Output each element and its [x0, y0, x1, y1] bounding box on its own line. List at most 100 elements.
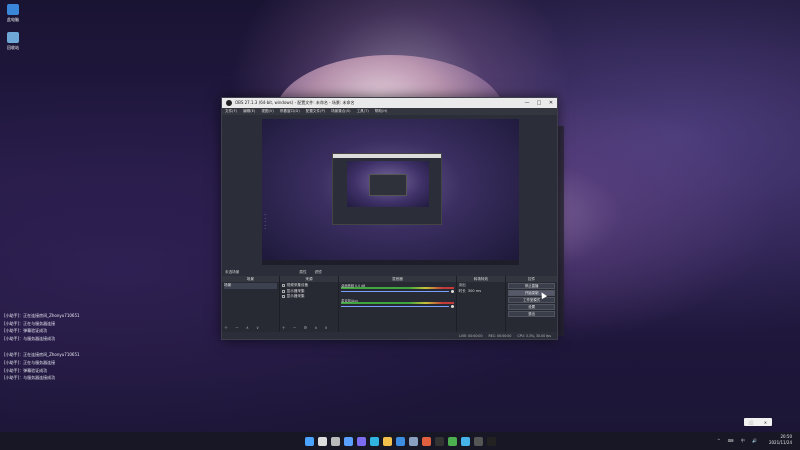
preview-canvas[interactable]: ... ... ... ... ...	[262, 119, 519, 265]
dock-title: 混音器	[339, 276, 456, 282]
sources-dock: 来源 视频采集设备 显示器采集 显示器采集 ＋ − ⚙ ∧ ∨	[279, 276, 340, 333]
volume-slider[interactable]	[341, 305, 454, 308]
dock-area: 场景 场景 ＋ − ∧ ∨ 来源 视频采集设备 显示器采集 显示器采集 ＋ − …	[222, 276, 557, 333]
explorer-icon[interactable]	[382, 436, 392, 446]
app-icon[interactable]	[421, 436, 431, 446]
obs-titlebar[interactable]: OBS 27.1.3 (64-bit, windows) - 配置文件: 未命名…	[222, 98, 557, 108]
preview-taskbar	[262, 260, 519, 265]
nested-nested-preview	[369, 174, 407, 196]
computer-icon	[7, 4, 19, 15]
cpu-fps-readout: CPU: 3.3%, 30.00 fps	[517, 333, 551, 338]
log-line: [小助手]：与服务器连接成功	[4, 375, 56, 381]
maximize-button[interactable]: □	[533, 100, 545, 106]
minimize-button[interactable]: —	[521, 100, 533, 106]
store-icon[interactable]	[395, 436, 405, 446]
window-title: OBS 27.1.3 (64-bit, windows) - 配置文件: 未命名…	[235, 100, 355, 105]
no-scene-label: 未选场景	[225, 269, 240, 274]
log-line: [小助手]：正在与服务器连接	[4, 320, 56, 326]
desktop-icon-label: 回收站	[7, 45, 19, 50]
log-line: [小助手]：弹幕验证成功	[4, 367, 48, 373]
desktop-icon-recycle-bin[interactable]: 回收站	[3, 32, 23, 51]
slider-knob[interactable]	[450, 290, 454, 293]
recycle-bin-icon	[7, 32, 19, 43]
properties-button[interactable]: 属性	[299, 270, 306, 275]
chat-icon[interactable]	[356, 436, 366, 446]
menu-file[interactable]: 文件(F)	[225, 109, 237, 114]
mixer-dock: 混音器 桌面音频 0.0 dB 麦克风/Aux	[339, 276, 457, 333]
popup-close-icon[interactable]: ✕	[764, 420, 767, 425]
live-timer: LIVE: 00:00:00	[459, 333, 483, 338]
widgets-icon[interactable]	[343, 436, 353, 446]
edge-icon[interactable]	[369, 436, 379, 446]
preview-overlay-text: ... ... ... ... ...	[264, 213, 266, 231]
scenes-dock: 场景 场景 ＋ − ∧ ∨	[222, 276, 280, 333]
obs-window[interactable]: OBS 27.1.3 (64-bit, windows) - 配置文件: 未命名…	[221, 97, 558, 340]
nested-titlebar	[333, 154, 441, 158]
dock-toolbar[interactable]: ＋ − ⚙ ∧ ∨	[282, 325, 331, 331]
taskbar: ^ ⌨ 中 🔊 20:50 2021/11/24	[0, 432, 800, 450]
menu-tools[interactable]: 工具(T)	[357, 109, 369, 114]
mixer-track: 麦克风/Aux	[341, 298, 454, 308]
log-line: [小助手]：正在连接房间_Zhonyu710651	[4, 313, 80, 318]
system-tray-icons[interactable]: ^ ⌨ 中 🔊	[717, 438, 760, 444]
log-line: [小助手]：弹幕验证成功	[4, 328, 48, 334]
nested-obs-preview	[332, 153, 442, 225]
source-type-icon	[281, 289, 285, 293]
log-line: [小助手]：与服务器连接成功	[4, 335, 56, 341]
desktop-icon-label: 此电脑	[7, 17, 19, 22]
settings-button[interactable]: 设置	[508, 304, 555, 310]
source-type-icon	[281, 284, 285, 288]
rec-timer: REC: 00:00:00	[488, 333, 512, 338]
chrome-icon[interactable]	[447, 436, 457, 446]
volume-slider[interactable]	[341, 290, 454, 293]
popup-icon: ⬜	[748, 419, 754, 425]
scene-toolbar: 未选场景 属性 滤镜	[222, 268, 557, 276]
dock-title: 控件	[506, 276, 557, 282]
filters-button[interactable]: 滤镜	[315, 270, 322, 275]
transitions-dock: 转场特效 淡出 时长 300 ms	[456, 276, 507, 333]
overlay-line: ...	[264, 227, 267, 231]
scene-name: 场景	[224, 283, 232, 287]
menu-view[interactable]: 视图(V)	[261, 109, 273, 114]
list-item[interactable]: 场景	[224, 283, 277, 289]
start-icon[interactable]	[304, 436, 314, 446]
obs-icon[interactable]	[486, 436, 496, 446]
menu-scene-collection[interactable]: 场景集合(S)	[331, 109, 350, 114]
task-view-icon[interactable]	[330, 436, 340, 446]
bilibili-icon[interactable]	[460, 436, 470, 446]
start-recording-button[interactable]: 开始录制	[508, 290, 555, 296]
taskbar-apps	[304, 436, 496, 446]
menu-profile[interactable]: 配置文件(P)	[306, 109, 325, 114]
studio-mode-button[interactable]: 工作室模式	[508, 297, 555, 303]
slider-track	[341, 291, 449, 292]
clock[interactable]: 20:50 2021/11/24	[769, 434, 792, 446]
slider-knob[interactable]	[450, 305, 454, 308]
dock-toolbar[interactable]: ＋ − ∧ ∨	[224, 325, 262, 331]
mixer-track: 桌面音频 0.0 dB	[341, 283, 454, 293]
close-button[interactable]: ✕	[545, 100, 557, 106]
stop-streaming-button[interactable]: 停止直播	[508, 283, 555, 289]
menu-edit[interactable]: 编辑(E)	[243, 109, 255, 114]
status-bar: LIVE: 00:00:00 REC: 00:00:00 CPU: 3.3%, …	[222, 332, 557, 339]
exit-button[interactable]: 退出	[508, 311, 555, 317]
terminal-icon[interactable]	[473, 436, 483, 446]
slider-track	[341, 306, 449, 307]
search-icon[interactable]	[317, 436, 327, 446]
controls-dock: 控件 停止直播 开始录制 工作室模式 设置 退出	[506, 276, 557, 333]
game-icon[interactable]	[434, 436, 444, 446]
desktop-chat-log: [小助手]：正在连接房间_Zhonyu710651 [小助手]：正在与服务器连接…	[4, 312, 80, 382]
menu-bar: 文件(F) 编辑(E) 视图(V) 停靠窗口(D) 配置文件(P) 场景集合(S…	[222, 108, 557, 115]
list-item[interactable]: 显示器采集	[281, 294, 337, 300]
obs-logo-icon	[226, 100, 232, 106]
clock-date: 2021/11/24	[768, 440, 792, 445]
desktop-icon-computer[interactable]: 此电脑	[3, 4, 23, 23]
source-type-icon	[281, 295, 285, 299]
log-line: [小助手]：正在连接房间_Zhonyu710651	[4, 352, 80, 358]
tray-popup[interactable]: ⬜ ✕	[744, 418, 772, 426]
duration-field[interactable]: 时长 300 ms	[459, 289, 504, 295]
steam-icon[interactable]	[408, 436, 418, 446]
log-line: [小助手]：正在与服务器连接	[4, 359, 56, 365]
menu-docks[interactable]: 停靠窗口(D)	[280, 109, 300, 114]
menu-help[interactable]: 帮助(H)	[375, 109, 388, 114]
